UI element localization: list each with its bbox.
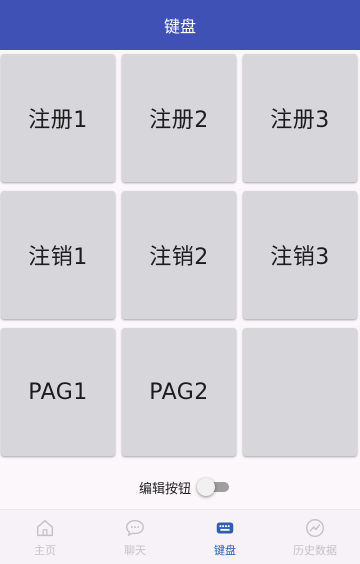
nav-item-chat[interactable]: 聊天 [90,510,180,564]
chat-bubble-icon [126,519,144,537]
nav-item-keyboard[interactable]: 键盘 [180,510,270,564]
keyboard-icon [216,522,234,534]
key-button-register-2[interactable]: 注册2 [122,54,236,182]
key-button-empty[interactable] [243,328,357,456]
key-label: 注销2 [149,245,209,270]
nav-item-home[interactable]: 主页 [0,510,90,564]
key-label: 注册2 [149,108,209,133]
nav-label: 历史数据 [293,544,337,557]
key-label: PAG1 [28,379,88,405]
edit-toggle-label: 编辑按钮 [138,481,191,497]
key-label: 注销1 [28,245,88,270]
key-button-pag-2[interactable]: PAG2 [122,328,236,456]
key-button-logout-2[interactable]: 注销2 [122,191,236,319]
key-button-logout-1[interactable]: 注销1 [1,191,115,319]
nav-label: 主页 [34,544,56,557]
home-icon [36,519,54,537]
key-button-pag-1[interactable]: PAG1 [1,328,115,456]
edit-toggle-switch[interactable] [197,477,231,497]
app-bar-title: 键盘 [163,17,196,36]
key-button-register-1[interactable]: 注册1 [1,54,115,182]
key-button-register-3[interactable]: 注册3 [243,54,357,182]
key-grid: 注册1 注册2 注册3 注销1 注销2 注销3 PAG1 PAG2 [0,54,360,456]
edit-toggle-row: 编辑按钮 [0,474,360,500]
key-label: 注册3 [270,108,330,133]
bottom-nav: 主页 聊天 键盘 历史数据 [0,509,360,564]
nav-item-history[interactable]: 历史数据 [270,510,360,564]
chart-line-icon [306,519,324,537]
switch-thumb [197,478,215,496]
key-button-logout-3[interactable]: 注销3 [243,191,357,319]
nav-label: 聊天 [124,544,146,557]
nav-label: 键盘 [214,544,236,557]
app-bar: 键盘 [0,0,360,50]
key-label: 注册1 [28,108,88,133]
key-label: PAG2 [149,379,209,405]
key-label: 注销3 [270,245,330,270]
